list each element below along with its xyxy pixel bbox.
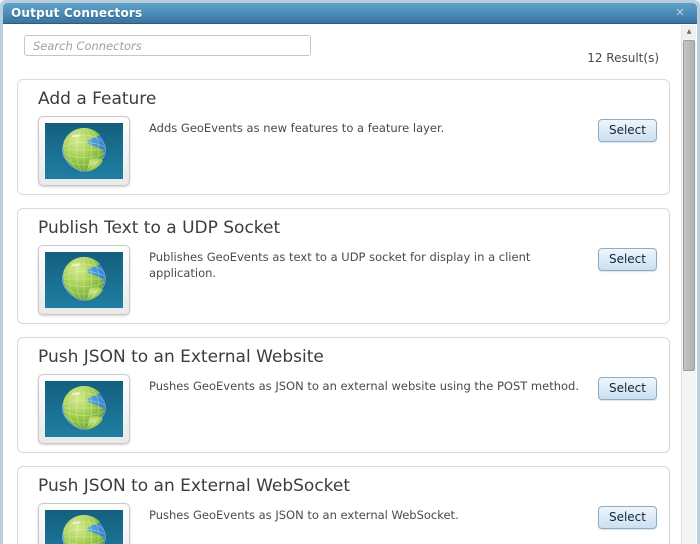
dialog-titlebar: Output Connectors ✕ — [3, 3, 697, 24]
select-button[interactable]: Select — [597, 377, 657, 400]
select-button[interactable]: Select — [597, 248, 657, 271]
scrollbar-thumb[interactable] — [683, 40, 695, 371]
globe-icon — [61, 127, 107, 173]
connector-title: Push JSON to an External Website — [38, 347, 324, 367]
connector-description: Pushes GeoEvents as JSON to an external … — [149, 379, 579, 393]
search-input[interactable] — [24, 35, 311, 56]
select-button[interactable]: Select — [597, 119, 657, 142]
connector-card: Publish Text to a UDP Socket Publishes G… — [17, 208, 670, 324]
globe-icon — [61, 514, 107, 544]
connector-list: Add a Feature Adds GeoEvents as new feat… — [17, 79, 670, 544]
vertical-scrollbar[interactable]: ▲ — [681, 25, 696, 544]
dialog-content: 12 Result(s) Add a Feature — [3, 24, 697, 544]
globe-thumbnail — [38, 245, 130, 315]
results-count: 12 Result(s) — [587, 51, 659, 65]
connector-description: Adds GeoEvents as new features to a feat… — [149, 121, 445, 135]
globe-thumbnail — [38, 374, 130, 444]
globe-icon — [61, 385, 107, 431]
close-icon[interactable]: ✕ — [672, 5, 688, 21]
connector-title: Push JSON to an External WebSocket — [38, 476, 351, 496]
connector-card: Add a Feature Adds GeoEvents as new feat… — [17, 79, 670, 195]
globe-thumbnail — [38, 116, 130, 186]
globe-thumbnail — [38, 503, 130, 544]
dialog-title: Output Connectors — [11, 6, 143, 20]
connector-description: Publishes GeoEvents as text to a UDP soc… — [149, 250, 531, 280]
connector-description: Pushes GeoEvents as JSON to an external … — [149, 508, 459, 522]
connector-title: Add a Feature — [38, 89, 157, 109]
connector-card: Push JSON to an External Website Pushes … — [17, 337, 670, 453]
scroll-up-arrow-icon[interactable]: ▲ — [682, 25, 696, 39]
connector-title: Publish Text to a UDP Socket — [38, 218, 281, 238]
select-button[interactable]: Select — [597, 506, 657, 529]
output-connectors-dialog: Output Connectors ✕ 12 Result(s) Add a F… — [0, 0, 700, 544]
globe-icon — [61, 256, 107, 302]
connector-card: Push JSON to an External WebSocket Pushe… — [17, 466, 670, 544]
